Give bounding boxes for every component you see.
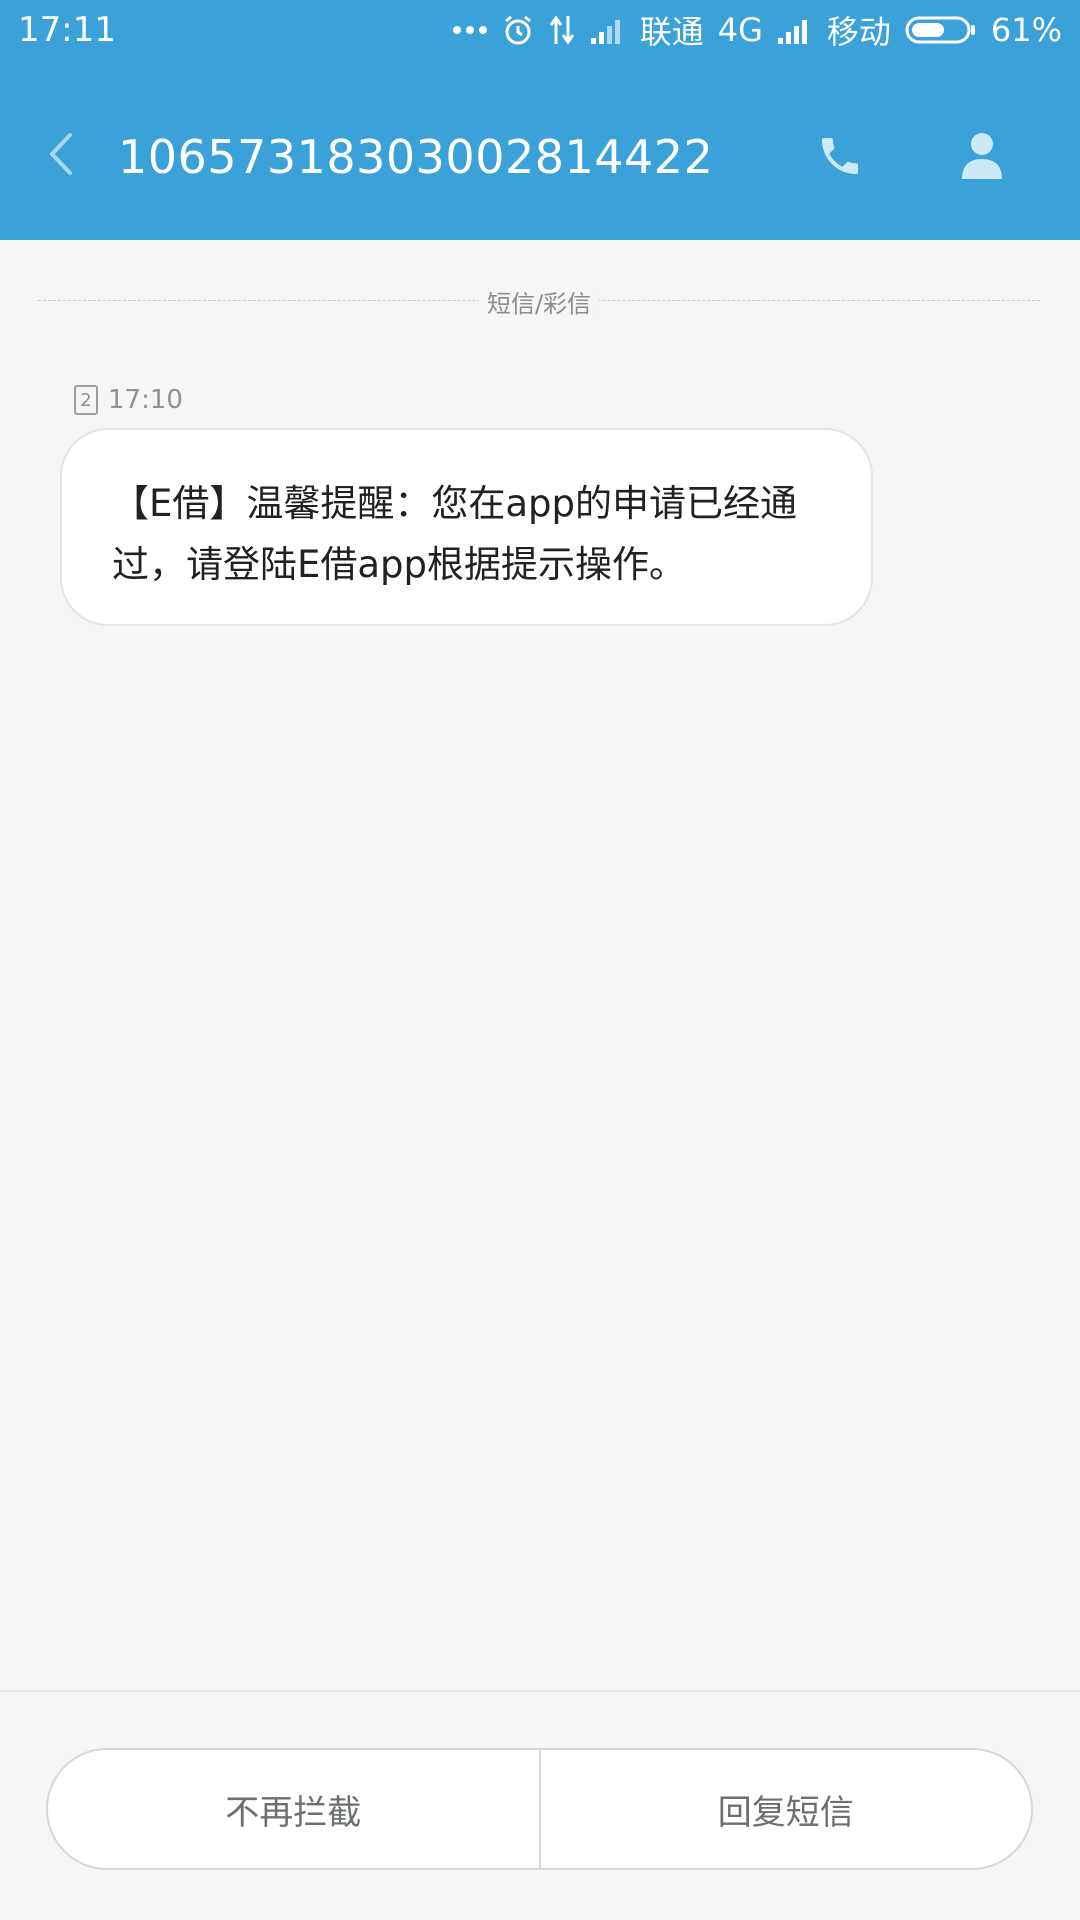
battery-icon bbox=[905, 15, 977, 45]
carrier-2: 移动 bbox=[826, 13, 891, 51]
signal-icon bbox=[590, 16, 626, 44]
message-time: 17:10 bbox=[108, 385, 183, 415]
call-button[interactable] bbox=[812, 128, 868, 184]
person-icon bbox=[962, 133, 1002, 179]
contact-button[interactable] bbox=[952, 126, 1012, 186]
status-bar: 17:11 联通 4G 移动 61% bbox=[0, 0, 1080, 60]
app-bar: 10657318303002814422 bbox=[0, 60, 1080, 240]
signal-icon bbox=[777, 16, 813, 44]
phone-icon bbox=[822, 138, 858, 174]
status-icons: 联通 4G 移动 61% bbox=[452, 8, 1062, 52]
message-meta: 2 17:10 bbox=[74, 383, 183, 417]
battery-percent: 61% bbox=[990, 11, 1062, 49]
bottom-divider bbox=[0, 1690, 1080, 1692]
unblock-button[interactable]: 不再拦截 bbox=[48, 1750, 539, 1868]
data-transfer-icon bbox=[548, 14, 576, 46]
sim-card-icon: 2 bbox=[74, 385, 98, 415]
divider-label: 短信/彩信 bbox=[478, 284, 600, 319]
more-dots-icon bbox=[452, 24, 488, 36]
network-type: 4G bbox=[717, 11, 763, 49]
carrier-1: 联通 bbox=[639, 13, 704, 51]
bottom-action-bar: 不再拦截 回复短信 bbox=[46, 1748, 1033, 1870]
message-bubble[interactable]: 【E借】温馨提醒：您在app的申请已经通过，请登陆E借app根据提示操作。 bbox=[60, 428, 873, 626]
conversation-divider: 短信/彩信 bbox=[38, 282, 1040, 322]
status-time: 17:11 bbox=[18, 10, 116, 50]
back-button[interactable] bbox=[36, 124, 86, 184]
conversation-title: 10657318303002814422 bbox=[118, 130, 714, 184]
alarm-icon bbox=[502, 14, 534, 46]
reply-button[interactable]: 回复短信 bbox=[541, 1750, 1032, 1868]
chevron-left-icon bbox=[50, 133, 72, 175]
